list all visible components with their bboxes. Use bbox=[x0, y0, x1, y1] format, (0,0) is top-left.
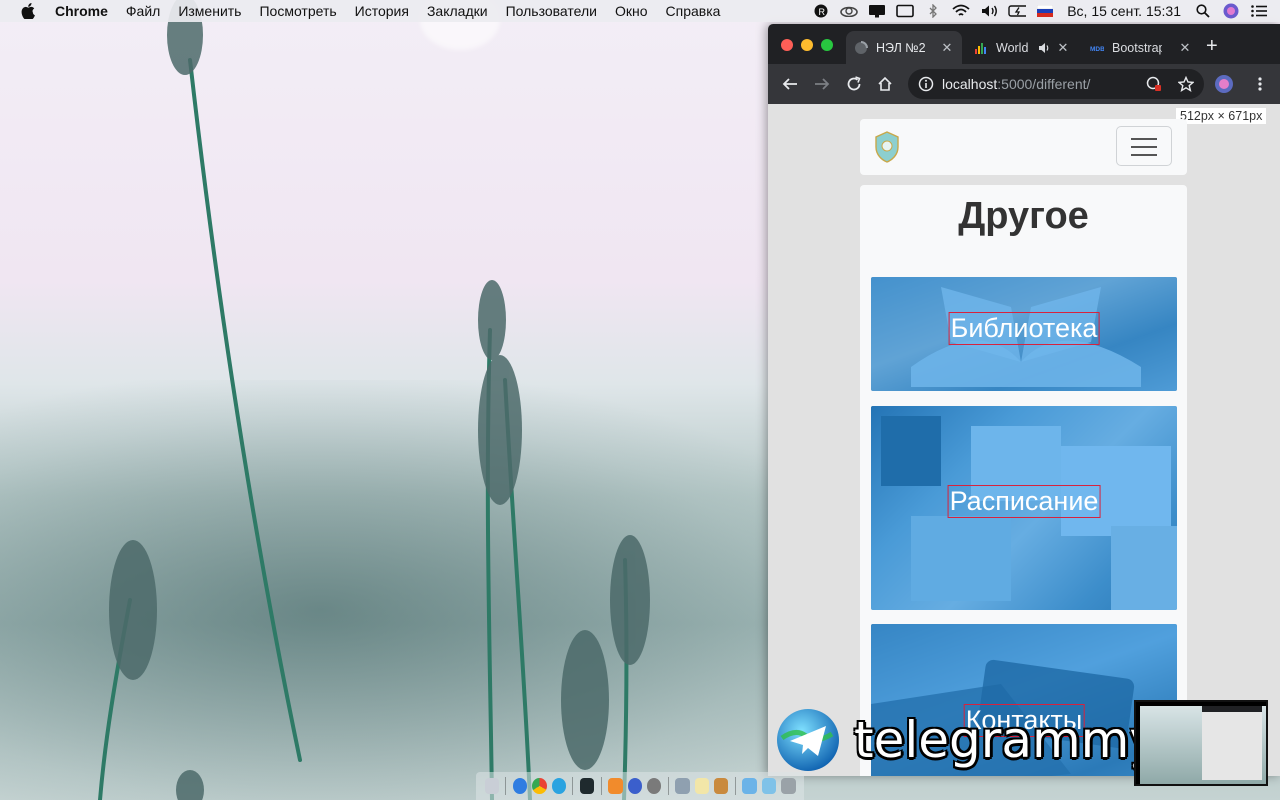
dock-separator bbox=[734, 777, 736, 795]
info-icon[interactable] bbox=[918, 76, 934, 92]
menu-clock[interactable]: Вс, 15 сент. 15:31 bbox=[1059, 3, 1189, 19]
status-app-icon[interactable]: R bbox=[812, 4, 830, 18]
audio-bars-favicon-icon bbox=[975, 42, 986, 54]
card-label[interactable]: Расписание bbox=[947, 485, 1101, 518]
creative-cloud-icon[interactable] bbox=[840, 4, 859, 18]
bookmark-star-icon[interactable] bbox=[1176, 74, 1196, 94]
trash-icon[interactable] bbox=[781, 778, 796, 794]
profile-avatar-icon[interactable] bbox=[1214, 74, 1234, 94]
svg-text:MDB: MDB bbox=[1090, 46, 1104, 53]
dock-separator bbox=[667, 777, 669, 795]
reload-icon[interactable] bbox=[844, 74, 864, 94]
mdb-favicon-icon: MDB bbox=[1090, 46, 1104, 53]
hamburger-line bbox=[1131, 138, 1157, 140]
system-preferences-icon[interactable] bbox=[646, 778, 662, 794]
documents-folder-icon[interactable] bbox=[761, 778, 777, 794]
loading-favicon-icon bbox=[855, 40, 868, 54]
menu-people[interactable]: Пользователи bbox=[497, 3, 606, 19]
new-tab-button[interactable]: + bbox=[1206, 36, 1218, 56]
url-host: localhost bbox=[942, 76, 998, 92]
notes-icon[interactable] bbox=[694, 778, 710, 794]
bluetooth-icon[interactable] bbox=[924, 4, 942, 18]
home-icon[interactable] bbox=[875, 74, 895, 94]
close-window-button[interactable] bbox=[781, 39, 793, 51]
volume-icon[interactable] bbox=[980, 4, 998, 18]
speaker-icon[interactable] bbox=[1038, 42, 1050, 54]
tab-strip: НЭЛ №2 ✕ World ✕ MDB Bootstrap ✕ + bbox=[768, 24, 1280, 64]
close-tab-icon[interactable]: ✕ bbox=[1056, 40, 1070, 56]
dock bbox=[476, 772, 804, 800]
card-schedule[interactable]: Расписание bbox=[871, 406, 1177, 610]
dock-separator bbox=[572, 777, 574, 795]
preview-icon[interactable] bbox=[675, 778, 690, 794]
card-library[interactable]: Библиотека bbox=[871, 277, 1177, 391]
battery-icon[interactable] bbox=[1008, 4, 1027, 18]
close-tab-icon[interactable]: ✕ bbox=[1178, 40, 1192, 56]
downloads-folder-icon[interactable] bbox=[742, 778, 757, 794]
terminal-icon[interactable] bbox=[579, 778, 595, 794]
blocked-cookies-icon[interactable] bbox=[1144, 74, 1164, 94]
chrome-icon[interactable] bbox=[532, 778, 547, 794]
dock-separator bbox=[600, 777, 602, 795]
forward-arrow-icon[interactable] bbox=[812, 74, 832, 94]
spotlight-search-icon[interactable] bbox=[1194, 4, 1212, 18]
telegram-globe-icon bbox=[777, 709, 839, 771]
menu-edit[interactable]: Изменить bbox=[169, 3, 250, 19]
thumbnail-window bbox=[1202, 706, 1262, 780]
more-menu-icon[interactable] bbox=[1250, 74, 1270, 94]
sublime-text-icon[interactable] bbox=[608, 778, 623, 794]
content-panel: Другое Библиотека Расписание Контакты bbox=[860, 185, 1187, 776]
page-viewport: 512px × 671px Другое Библиотека Расписан… bbox=[768, 104, 1280, 776]
site-navbar bbox=[860, 119, 1187, 175]
apple-icon[interactable] bbox=[20, 3, 36, 19]
url-path: :5000/different/ bbox=[997, 76, 1091, 92]
siri-icon[interactable] bbox=[1222, 3, 1240, 19]
chrome-window: НЭЛ №2 ✕ World ✕ MDB Bootstrap ✕ + local… bbox=[768, 24, 1280, 776]
menu-bar: Chrome Файл Изменить Посмотреть История … bbox=[0, 0, 1280, 22]
screenshot-thumbnail[interactable] bbox=[1134, 700, 1268, 786]
tab-title: Bootstrap bbox=[1112, 40, 1162, 55]
display-mirror-icon[interactable] bbox=[868, 4, 886, 18]
menu-file[interactable]: Файл bbox=[117, 3, 169, 19]
telegram-icon[interactable] bbox=[551, 778, 566, 794]
menu-window[interactable]: Окно bbox=[606, 3, 657, 19]
menu-help[interactable]: Справка bbox=[657, 3, 730, 19]
tab-world[interactable]: World ✕ bbox=[966, 31, 1078, 64]
site-logo-icon[interactable] bbox=[874, 131, 900, 163]
wifi-icon[interactable] bbox=[952, 4, 970, 18]
grass-stems bbox=[98, 0, 650, 800]
tab-title: НЭЛ №2 bbox=[876, 40, 926, 55]
tab-title: World bbox=[996, 40, 1029, 55]
notification-center-icon[interactable] bbox=[1250, 4, 1268, 18]
window-icon[interactable] bbox=[896, 4, 915, 18]
archive-utility-icon[interactable] bbox=[714, 778, 729, 794]
input-language-flag-icon[interactable] bbox=[1036, 4, 1054, 18]
hamburger-line bbox=[1131, 146, 1157, 148]
viewport-size-badge: 512px × 671px bbox=[1176, 108, 1267, 124]
menu-bookmarks[interactable]: Закладки bbox=[418, 3, 497, 19]
finder-icon[interactable] bbox=[484, 778, 499, 794]
minimize-window-button[interactable] bbox=[801, 39, 813, 51]
menu-history[interactable]: История bbox=[346, 3, 418, 19]
back-arrow-icon[interactable] bbox=[780, 74, 800, 94]
dock-separator bbox=[505, 777, 507, 795]
hamburger-line bbox=[1131, 154, 1157, 156]
svg-text:R: R bbox=[819, 7, 826, 17]
tab-nel[interactable]: НЭЛ №2 ✕ bbox=[846, 31, 962, 64]
maps-icon[interactable] bbox=[627, 778, 642, 794]
menu-view[interactable]: Посмотреть bbox=[250, 3, 345, 19]
navbar-toggler-button[interactable] bbox=[1116, 126, 1172, 166]
menu-app-name[interactable]: Chrome bbox=[46, 3, 117, 19]
close-tab-icon[interactable]: ✕ bbox=[940, 40, 954, 56]
zoom-window-button[interactable] bbox=[821, 39, 833, 51]
page-title: Другое bbox=[958, 195, 1089, 237]
app-store-icon[interactable] bbox=[512, 778, 528, 794]
card-label[interactable]: Библиотека bbox=[948, 312, 1100, 345]
tab-bootstrap[interactable]: MDB Bootstrap ✕ bbox=[1082, 31, 1200, 64]
browser-toolbar: localhost:5000/different/ bbox=[768, 64, 1280, 104]
